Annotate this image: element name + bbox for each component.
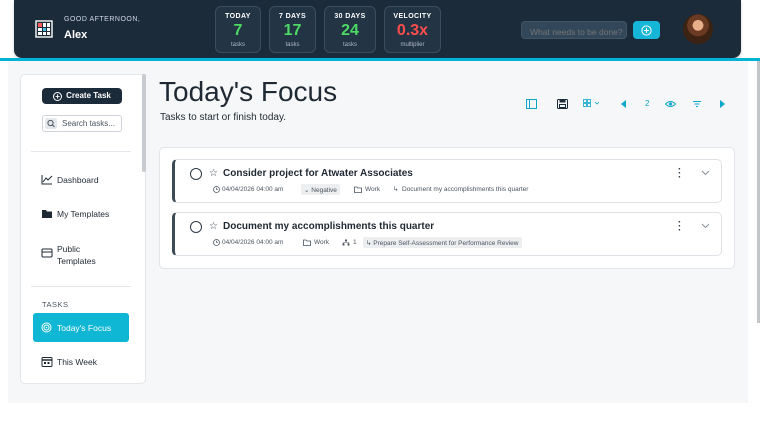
chevron-down-icon[interactable] xyxy=(701,170,710,176)
complete-checkbox[interactable] xyxy=(190,168,202,180)
sidebar-divider xyxy=(31,151,131,152)
task-title[interactable]: Consider project for Atwater Associates xyxy=(223,168,413,179)
target-icon xyxy=(41,322,52,333)
stat-sub: tasks xyxy=(285,42,300,48)
sidebar-scrollbar[interactable] xyxy=(142,74,146,172)
linked-task: Prepare Self-Assessment for Performance … xyxy=(373,240,519,247)
clock-icon xyxy=(213,239,220,246)
sidebar-search-placeholder: Search tasks... xyxy=(62,119,115,128)
linked-task[interactable]: Document my accomplishments this quarter xyxy=(402,186,528,193)
stat-value: 0.3x xyxy=(396,22,429,39)
task-card[interactable]: ☆ Consider project for Atwater Associate… xyxy=(172,159,722,203)
sidebar: + Create Task Search tasks... Dashboard M… xyxy=(20,74,146,384)
stat-value: 24 xyxy=(341,22,359,39)
top-header: GOOD AFTERNOON, Alex TODAY 7 tasks 7 DAY… xyxy=(14,0,741,58)
stat-value: 7 xyxy=(233,22,243,39)
sidebar-item-label: Public Templates xyxy=(57,244,96,266)
sidebar-item-label: Dashboard xyxy=(57,175,99,185)
more-options-icon[interactable]: · · · xyxy=(678,218,682,236)
task-category: Work xyxy=(314,239,330,246)
app-logo-icon[interactable] xyxy=(35,20,53,38)
stat-label: 30 DAYS xyxy=(334,13,366,20)
more-options-icon[interactable]: · · · xyxy=(678,165,682,183)
quick-add-input[interactable] xyxy=(521,21,627,39)
folder-icon xyxy=(354,186,362,193)
page-subtitle: Tasks to start or finish today. xyxy=(160,112,286,123)
plus-circle-icon xyxy=(641,25,652,36)
search-icon-box xyxy=(45,118,57,129)
grid-view-icon[interactable] xyxy=(583,99,601,109)
eye-icon[interactable] xyxy=(665,99,676,109)
create-task-button[interactable]: + Create Task xyxy=(42,88,122,104)
avatar[interactable] xyxy=(683,14,713,44)
sidebar-item-label: This Week xyxy=(57,357,97,367)
stat-30-days: 30 DAYS 24 tasks xyxy=(324,6,376,53)
stat-7-days: 7 DAYS 17 tasks xyxy=(269,6,316,53)
page-title: Today's Focus xyxy=(159,76,338,107)
stat-label: 7 DAYS xyxy=(278,13,307,20)
clock-icon xyxy=(213,186,220,193)
save-view-icon[interactable] xyxy=(557,99,568,109)
star-icon[interactable]: ☆ xyxy=(209,168,218,179)
star-icon[interactable]: ☆ xyxy=(209,221,218,232)
sidebar-toggle-icon[interactable] xyxy=(526,99,537,109)
filter-icon[interactable] xyxy=(692,99,702,109)
sidebar-divider xyxy=(31,286,131,287)
stat-label: TODAY xyxy=(225,13,251,20)
quick-add-button[interactable] xyxy=(633,21,660,39)
section-label-tasks: TASKS xyxy=(42,300,69,309)
linked-task-chip[interactable]: ↳ Prepare Self-Assessment for Performanc… xyxy=(363,237,522,248)
search-icon xyxy=(47,119,55,128)
stat-sub: tasks xyxy=(230,42,245,48)
chevron-down-icon[interactable] xyxy=(701,223,710,229)
task-title[interactable]: Document my accomplishments this quarter xyxy=(223,221,434,232)
stat-velocity: VELOCITY 0.3x multiplier xyxy=(384,6,441,53)
complete-checkbox[interactable] xyxy=(190,221,202,233)
folder-icon xyxy=(303,239,311,246)
sentiment-label: Negative xyxy=(311,187,337,194)
sidebar-item-label: My Templates xyxy=(57,209,110,219)
sidebar-search-input[interactable]: Search tasks... xyxy=(42,115,122,132)
user-name: Alex xyxy=(64,29,88,41)
task-category: Work xyxy=(365,186,381,193)
sentiment-chip[interactable]: ⌄ Negative xyxy=(301,184,340,195)
task-date: 04/04/2026 04:00 am xyxy=(222,186,284,193)
stat-sub: tasks xyxy=(342,42,357,48)
chart-line-icon xyxy=(41,175,53,185)
next-page-icon[interactable] xyxy=(719,99,726,109)
task-date: 04/04/2026 04:00 am xyxy=(222,239,284,246)
calendar-icon xyxy=(41,357,53,367)
inbox-icon xyxy=(41,248,53,258)
stat-label: VELOCITY xyxy=(393,13,432,20)
hierarchy-icon xyxy=(342,239,350,246)
previous-page-icon[interactable] xyxy=(620,99,627,109)
create-task-label: Create Task xyxy=(66,91,111,100)
sidebar-item-label: Today's Focus xyxy=(57,323,112,333)
stat-today: TODAY 7 tasks xyxy=(215,6,261,53)
folder-icon xyxy=(42,210,52,218)
page-number: 2 xyxy=(645,99,650,108)
plus-icon: + xyxy=(53,92,63,101)
sidebar-item-todays-focus[interactable]: Today's Focus xyxy=(33,313,129,342)
link-arrow-icon: ↳ xyxy=(393,186,399,193)
stat-value: 17 xyxy=(283,22,302,39)
task-card[interactable]: ☆ Document my accomplishments this quart… xyxy=(172,212,722,256)
stat-sub: multiplier xyxy=(400,42,425,48)
subtask-count: 1 xyxy=(353,239,357,246)
greeting-text: GOOD AFTERNOON, xyxy=(64,16,141,23)
